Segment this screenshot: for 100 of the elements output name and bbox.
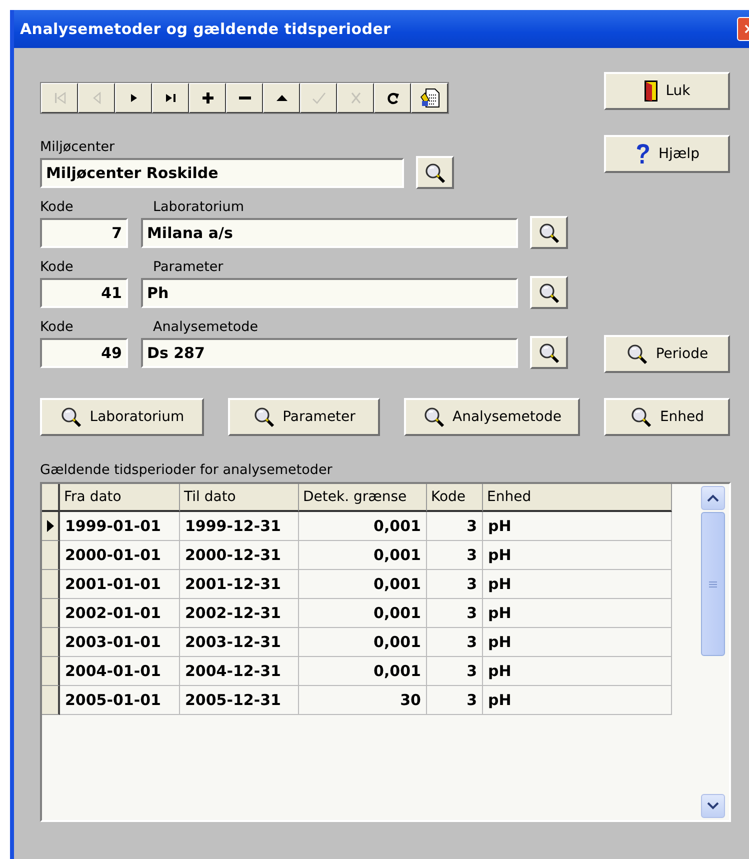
table-cell: 2001-12-31 [180, 570, 299, 599]
table-cell: 0,001 [299, 512, 427, 541]
document-icon [420, 88, 440, 108]
search-button[interactable] [530, 216, 568, 249]
table-cell: 2002-12-31 [180, 599, 299, 628]
door-icon [644, 80, 658, 102]
magnifier-icon [538, 222, 560, 244]
table-cell: 2005-12-31 [180, 686, 299, 715]
table-cell: 2001-01-01 [60, 570, 180, 599]
chevron-down-icon [707, 802, 719, 810]
table-cell: 2002-01-01 [60, 599, 180, 628]
help-button[interactable]: Hjælp [604, 135, 730, 173]
x-icon [348, 91, 362, 105]
checkmark-icon [312, 91, 326, 105]
magnifier-icon [424, 162, 446, 184]
magnifier-icon [538, 342, 560, 364]
row-selector[interactable] [42, 570, 60, 599]
field-label: Laboratorium [153, 198, 244, 216]
search-button[interactable] [530, 336, 568, 369]
toolbar-button[interactable] [263, 83, 300, 113]
window-title: Analysemetoder og gældende tidsperioder [20, 20, 391, 38]
magnifier-icon [626, 343, 648, 365]
scroll-up-button[interactable] [701, 486, 725, 510]
table-cell: 3 [427, 686, 483, 715]
magnifier-icon [60, 406, 82, 428]
header-corner [42, 484, 60, 512]
field-label: Kode [40, 198, 74, 216]
skip-back-icon [52, 91, 66, 105]
close-button[interactable]: Luk [604, 72, 730, 110]
magnifier-icon [630, 406, 652, 428]
row-selector[interactable] [42, 541, 60, 570]
search-button[interactable] [530, 276, 568, 309]
table-cell: 1999-01-01 [60, 512, 180, 541]
table-cell: 0,001 [299, 570, 427, 599]
row-selector[interactable] [42, 686, 60, 715]
input-field[interactable]: Miljøcenter Roskilde [40, 158, 404, 188]
toolbar-button[interactable] [411, 83, 448, 113]
search-button[interactable]: Analysemetode [404, 398, 580, 436]
table-cell: 1999-12-31 [180, 512, 299, 541]
table-cell: 3 [427, 599, 483, 628]
table-cell: 3 [427, 570, 483, 599]
table-cell: 2004-12-31 [180, 657, 299, 686]
input-field[interactable]: 7 [40, 218, 128, 248]
scroll-down-button[interactable] [701, 794, 725, 818]
row-pointer-icon [46, 519, 54, 533]
table-cell: pH [483, 686, 672, 715]
input-field[interactable]: Ds 287 [141, 338, 518, 368]
row-selector[interactable] [42, 628, 60, 657]
table-cell: pH [483, 570, 672, 599]
table-cell: 0,001 [299, 599, 427, 628]
table-cell: pH [483, 657, 672, 686]
magnifier-icon [538, 282, 560, 304]
column-header[interactable]: Detek. grænse [299, 484, 427, 512]
row-selector[interactable] [42, 657, 60, 686]
column-header[interactable]: Til dato [180, 484, 299, 512]
search-button[interactable]: Parameter [228, 398, 380, 436]
table-cell: pH [483, 512, 672, 541]
field-label: Kode [40, 258, 74, 276]
scroll-thumb[interactable] [701, 512, 725, 656]
column-header[interactable]: Kode [427, 484, 483, 512]
plus-icon [200, 91, 214, 105]
search-button[interactable] [416, 156, 454, 189]
column-header[interactable]: Enhed [483, 484, 672, 512]
period-button[interactable]: Periode [604, 335, 730, 373]
input-field[interactable]: 41 [40, 278, 128, 308]
field-label: Parameter [153, 258, 224, 276]
input-field[interactable]: Ph [141, 278, 518, 308]
table-caption: Gældende tidsperioder for analysemetoder [40, 462, 334, 480]
chevron-up-icon [707, 494, 719, 502]
search-button[interactable]: Laboratorium [40, 398, 204, 436]
grip-icon [709, 580, 717, 588]
toolbar-button[interactable] [189, 83, 226, 113]
table-cell: 3 [427, 628, 483, 657]
table-cell: 0,001 [299, 657, 427, 686]
toolbar-button[interactable] [115, 83, 152, 113]
refresh-icon [386, 91, 400, 105]
skip-forward-icon [164, 91, 178, 105]
search-button[interactable]: Enhed [604, 398, 730, 436]
table-cell: 2004-01-01 [60, 657, 180, 686]
table-cell: 3 [427, 512, 483, 541]
input-field[interactable]: Milana a/s [141, 218, 518, 248]
question-mark-icon [634, 143, 651, 165]
table-cell: 2000-01-01 [60, 541, 180, 570]
row-selector[interactable] [42, 512, 60, 541]
row-selector[interactable] [42, 599, 60, 628]
column-header[interactable]: Fra dato [60, 484, 180, 512]
field-label: Kode [40, 318, 74, 336]
table-cell: 3 [427, 657, 483, 686]
table-cell: 0,001 [299, 628, 427, 657]
table-cell: 2005-01-01 [60, 686, 180, 715]
toolbar-button[interactable] [152, 83, 189, 113]
table-cell: 3 [427, 541, 483, 570]
toolbar-button[interactable] [226, 83, 263, 113]
table-cell: 30 [299, 686, 427, 715]
table-cell: pH [483, 628, 672, 657]
table-cell: 2000-12-31 [180, 541, 299, 570]
table-cell: pH [483, 541, 672, 570]
magnifier-icon [422, 406, 445, 428]
toolbar-button[interactable] [374, 83, 411, 113]
input-field[interactable]: 49 [40, 338, 128, 368]
